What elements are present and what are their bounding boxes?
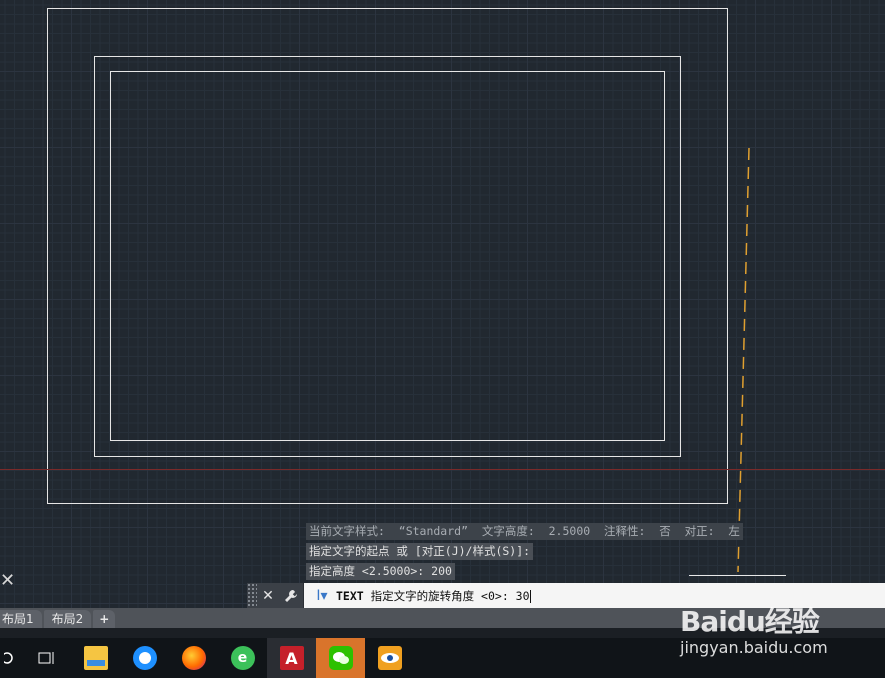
history-line-1: 当前文字样式: “Standard” 文字高度: 2.5000 注释性: 否 对… — [306, 523, 743, 540]
command-line-grip[interactable] — [247, 583, 257, 608]
history-line-3: 指定高度 <2.5000>: 200 — [306, 563, 455, 580]
wrench-icon[interactable] — [279, 583, 304, 608]
image-viewer-icon[interactable] — [365, 638, 414, 678]
watermark-url: jingyan.baidu.com — [680, 638, 828, 657]
autocad-icon[interactable]: A — [267, 638, 316, 678]
text-caret — [529, 589, 531, 603]
tab-layout1[interactable]: 布局1 — [0, 610, 42, 628]
firefox-icon[interactable] — [169, 638, 218, 678]
file-explorer-icon[interactable] — [71, 638, 120, 678]
tab-layout2[interactable]: 布局2 — [43, 610, 92, 628]
inner-frame-rect[interactable] — [110, 71, 665, 441]
close-icon[interactable]: ✕ — [257, 583, 279, 608]
360-browser-icon[interactable]: e — [218, 638, 267, 678]
command-name: TEXT — [336, 588, 364, 603]
rotation-guide-line — [737, 147, 750, 573]
canvas-close-icon[interactable]: ✕ — [0, 572, 15, 590]
history-line-2: 指定文字的起点 或 [对正(J)/样式(S)]: — [306, 543, 534, 560]
text-baseline-preview — [689, 575, 786, 576]
drawing-canvas[interactable]: ✕ 当前文字样式: “Standard” 文字高度: 2.5000 注释性: 否… — [0, 0, 885, 608]
autocad-letter: A — [279, 646, 304, 670]
command-input[interactable]: TEXT 指定文字的旋转角度 <0>: 30 — [336, 588, 531, 604]
text-cursor-icon[interactable]: I▾ — [312, 588, 332, 604]
search-icon[interactable] — [0, 638, 22, 678]
add-layout-button[interactable]: + — [93, 610, 116, 628]
command-value: 30 — [515, 588, 530, 603]
task-view-icon[interactable] — [22, 638, 71, 678]
qq-browser-icon[interactable] — [120, 638, 169, 678]
baidu-jingyan-watermark: Baidu经验 jingyan.baidu.com — [680, 600, 880, 660]
command-prompt: 指定文字的旋转角度 <0>: — [363, 588, 516, 603]
wechat-icon[interactable] — [316, 638, 365, 678]
watermark-logo: Baidu经验 — [680, 605, 820, 638]
